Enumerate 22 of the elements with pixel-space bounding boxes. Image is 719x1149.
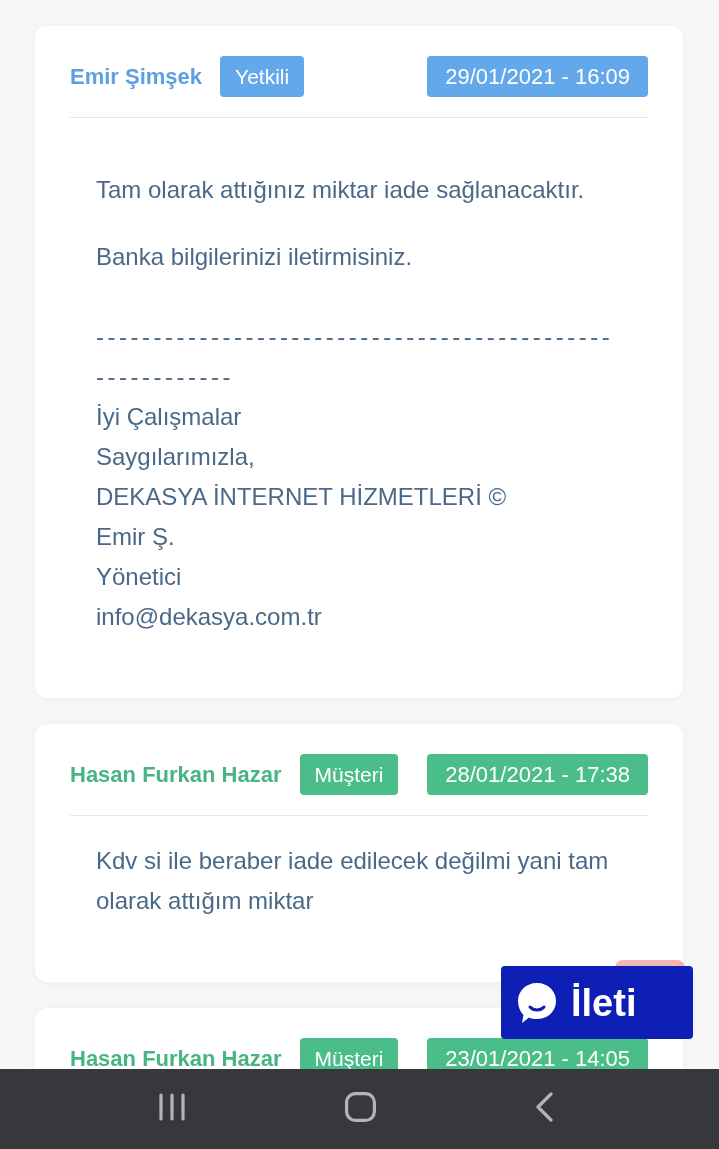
signature-line: DEKASYA İNTERNET HİZMETLERİ © xyxy=(96,482,508,512)
author-name: Emir Şimşek xyxy=(70,63,203,90)
message-text: Tam olarak attığınız miktar iade sağlanacaktır. xyxy=(96,175,586,205)
signature-line: İyi Çalışmalar xyxy=(96,402,243,432)
recent-apps-icon[interactable] xyxy=(158,1093,186,1121)
date-tag: 29/01/2021 - 16:09 xyxy=(427,56,648,97)
author-name: Hasan Furkan Hazar xyxy=(70,1045,282,1072)
author-name: Hasan Furkan Hazar xyxy=(70,761,282,788)
message-text: Banka bilgilerinizi iletirmisiniz. xyxy=(96,242,414,272)
signature-line: Saygılarımızla, xyxy=(96,442,256,472)
back-icon[interactable] xyxy=(535,1092,553,1122)
signature-line: info@dekasya.com.tr xyxy=(96,602,323,632)
role-tag: Yetkili xyxy=(220,56,305,97)
role-tag: Müşteri xyxy=(299,754,399,795)
speech-bubble-icon xyxy=(517,981,557,1024)
signature-separator: --------------------------------------------------------- xyxy=(96,322,615,392)
signature-line: Yönetici xyxy=(96,562,183,592)
home-icon[interactable] xyxy=(345,1092,376,1122)
date-tag: 28/01/2021 - 17:38 xyxy=(427,754,648,795)
chat-button[interactable]: İleti xyxy=(501,966,693,1039)
signature-line: Emir Ş. xyxy=(96,522,176,552)
message-text: Kdv si ile beraber iade edilecek değilmi yani tam olarak attığım miktar xyxy=(96,846,610,916)
